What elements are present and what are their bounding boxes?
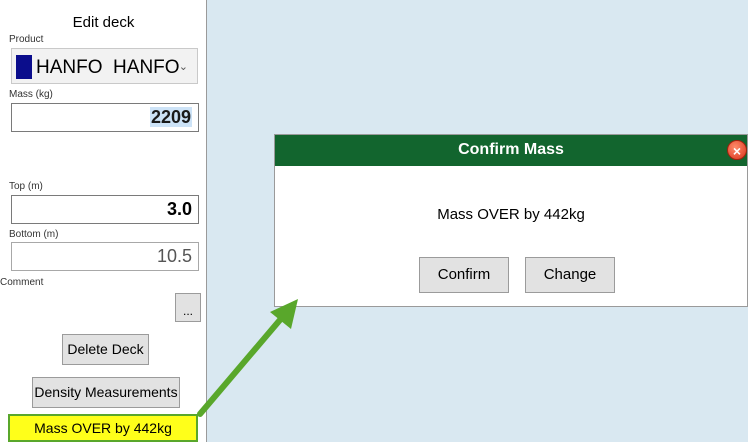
arrow-annotation xyxy=(197,299,298,417)
